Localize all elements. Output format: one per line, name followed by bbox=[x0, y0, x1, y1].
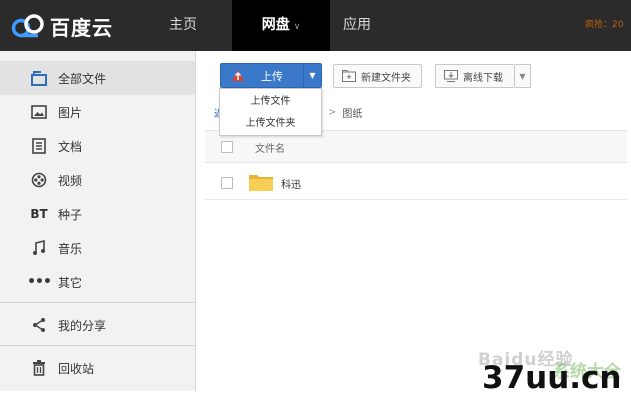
music-icon bbox=[29, 239, 49, 257]
sidebar-item-label: 回收站 bbox=[58, 361, 95, 376]
sidebar-item-label: 其它 bbox=[58, 275, 83, 290]
file-icon bbox=[29, 69, 49, 87]
sidebar-item-videos[interactable]: 视频 bbox=[0, 163, 195, 197]
download-icon bbox=[444, 70, 458, 82]
offline-download-button[interactable]: 离线下载 bbox=[435, 64, 515, 88]
nav-home[interactable]: 主页 bbox=[169, 0, 197, 51]
upload-button-group: 上传 ▼ bbox=[220, 63, 322, 88]
caret-down-icon: ▼ bbox=[519, 71, 526, 81]
sidebar-item-label: 种子 bbox=[58, 207, 83, 222]
upload-menu: 上传文件 上传文件夹 bbox=[219, 88, 322, 136]
nav-netdisk-label: 网盘 bbox=[261, 17, 290, 33]
sidebar-item-documents[interactable]: 文档 bbox=[0, 129, 195, 163]
sidebar-item-label: 全部文件 bbox=[58, 71, 107, 86]
sidebar-item-label: 文档 bbox=[58, 139, 83, 154]
menu-item-upload-folder[interactable]: 上传文件夹 bbox=[220, 113, 321, 135]
caret-down-icon: ▼ bbox=[309, 71, 316, 80]
breadcrumb-separator: > bbox=[328, 106, 337, 118]
document-icon bbox=[29, 137, 49, 155]
select-all-checkbox[interactable] bbox=[221, 141, 233, 153]
offline-download-label: 离线下载 bbox=[463, 72, 503, 84]
sidebar: 全部文件 图片 文档 视频 BT 种子 音乐 ••• 其它 我的分享 回收站 bbox=[0, 51, 196, 391]
table-row[interactable]: 科迅 bbox=[205, 165, 627, 200]
sidebar-item-other[interactable]: ••• 其它 bbox=[0, 265, 195, 299]
sidebar-item-music[interactable]: 音乐 bbox=[0, 231, 195, 265]
breadcrumb-current: 图纸 bbox=[342, 108, 363, 120]
sidebar-item-my-shares[interactable]: 我的分享 bbox=[0, 308, 195, 342]
column-header-filename[interactable]: 文件名 bbox=[255, 140, 285, 155]
share-icon bbox=[29, 316, 49, 334]
site-watermark: 37uu.cn bbox=[482, 360, 622, 396]
logo-text: 百度云 bbox=[50, 15, 113, 40]
new-folder-icon bbox=[342, 70, 356, 82]
row-checkbox[interactable] bbox=[221, 177, 233, 189]
sidebar-item-label: 图片 bbox=[58, 105, 83, 120]
cloud-logo-icon bbox=[11, 14, 44, 38]
upload-label: 上传 bbox=[261, 69, 283, 83]
sidebar-divider bbox=[0, 302, 195, 303]
top-nav-bar: 百度云 主页 网盘 ∨ 应用 疯抢：20 bbox=[0, 0, 631, 51]
sidebar-item-label: 我的分享 bbox=[58, 318, 107, 333]
image-icon bbox=[29, 103, 49, 121]
menu-item-upload-file[interactable]: 上传文件 bbox=[220, 91, 321, 113]
sidebar-item-images[interactable]: 图片 bbox=[0, 95, 195, 129]
baidu-cloud-logo[interactable]: 百度云 bbox=[11, 12, 113, 40]
sidebar-divider bbox=[0, 345, 195, 346]
upload-icon bbox=[232, 69, 244, 81]
offline-download-dropdown[interactable]: ▼ bbox=[515, 64, 531, 88]
file-name[interactable]: 科迅 bbox=[281, 176, 301, 191]
trash-icon bbox=[29, 359, 49, 377]
video-icon bbox=[29, 171, 49, 189]
sidebar-item-all-files[interactable]: 全部文件 bbox=[0, 61, 195, 95]
sidebar-item-label: 视频 bbox=[58, 173, 83, 188]
torrent-icon: BT bbox=[30, 207, 48, 221]
more-icon: ••• bbox=[27, 274, 52, 290]
chevron-down-icon: ∨ bbox=[293, 22, 301, 32]
new-folder-label: 新建文件夹 bbox=[361, 72, 411, 84]
sidebar-item-torrents[interactable]: BT 种子 bbox=[0, 197, 195, 231]
promo-text[interactable]: 疯抢：20 bbox=[585, 0, 631, 51]
nav-netdisk[interactable]: 网盘 ∨ bbox=[232, 0, 330, 51]
upload-dropdown-toggle[interactable]: ▼ bbox=[303, 64, 321, 87]
new-folder-button[interactable]: 新建文件夹 bbox=[333, 64, 422, 88]
sidebar-item-recycle-bin[interactable]: 回收站 bbox=[0, 351, 195, 385]
sidebar-item-label: 音乐 bbox=[58, 241, 83, 256]
upload-button[interactable]: 上传 bbox=[221, 64, 303, 87]
folder-icon bbox=[249, 175, 273, 191]
nav-apps[interactable]: 应用 bbox=[343, 0, 371, 51]
